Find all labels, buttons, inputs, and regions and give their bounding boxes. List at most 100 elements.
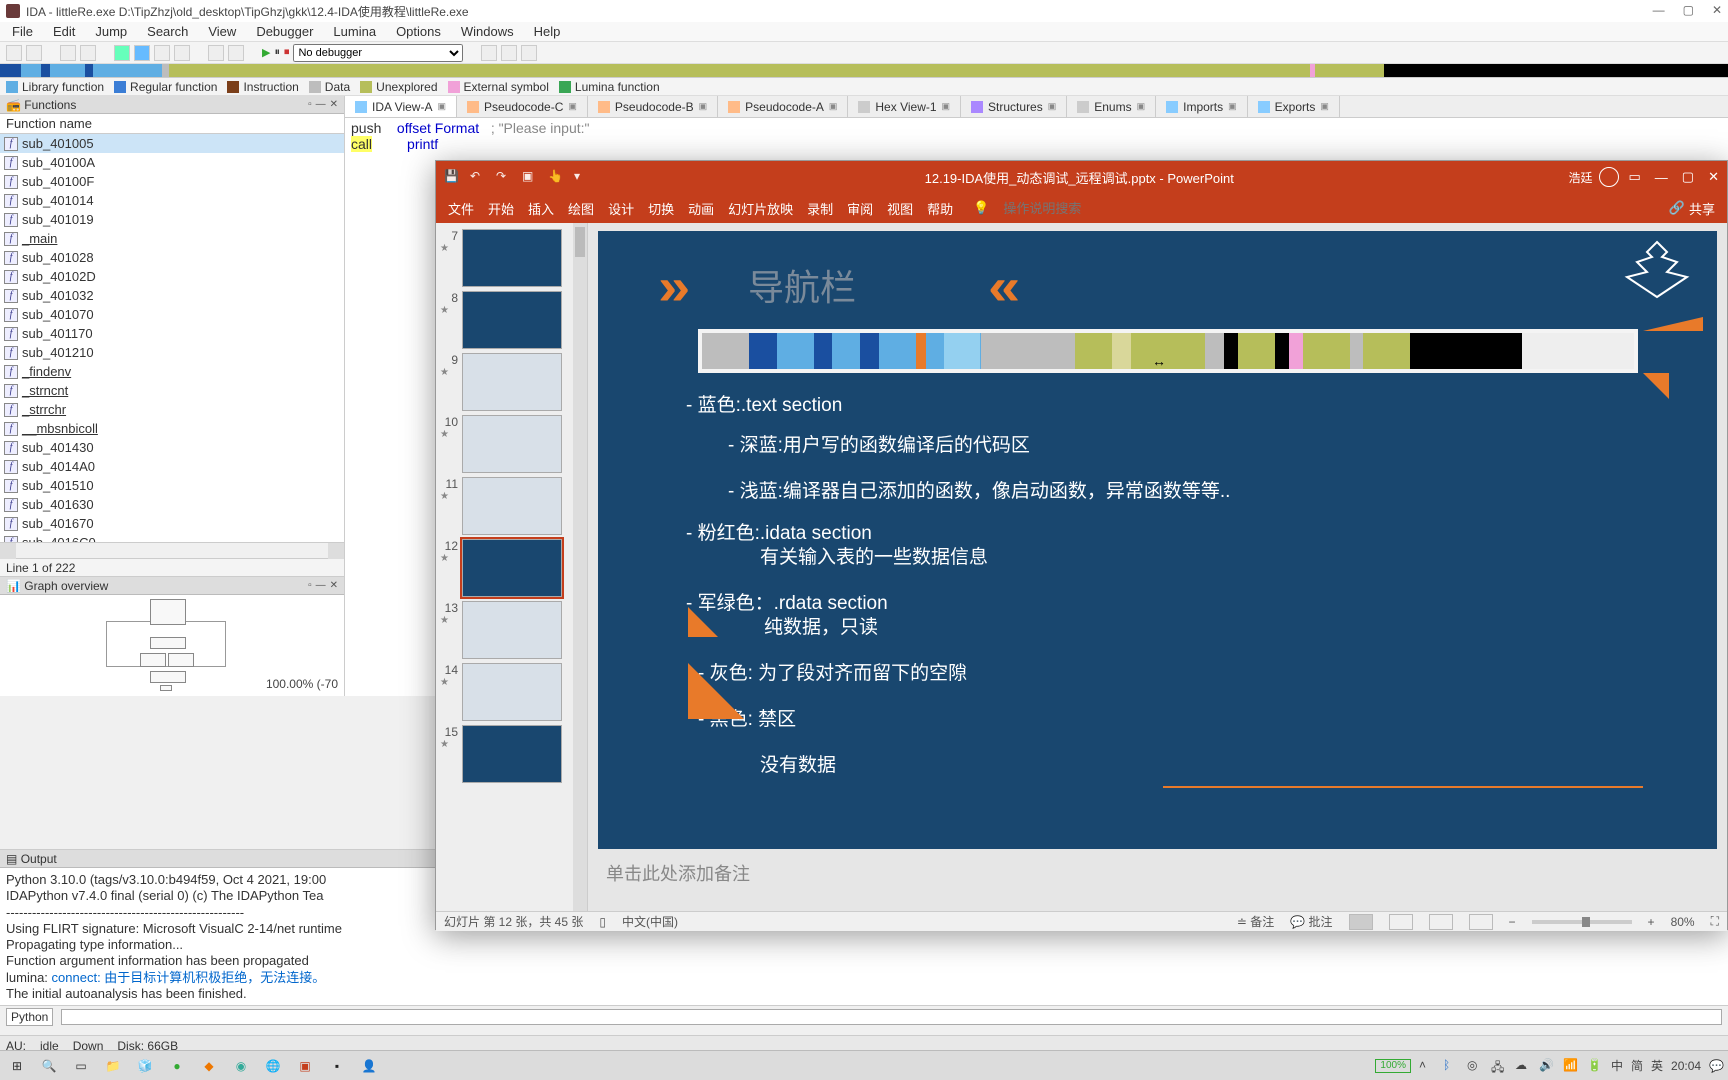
zoom-slider[interactable]: [1532, 920, 1632, 924]
function-item[interactable]: fsub_401670: [0, 514, 344, 533]
thumbnail-image[interactable]: [462, 663, 562, 721]
function-item[interactable]: fsub_401170: [0, 324, 344, 343]
function-item[interactable]: fsub_401510: [0, 476, 344, 495]
tray-chevron-icon[interactable]: ˄: [1419, 1058, 1435, 1074]
tab-hex-view[interactable]: Hex View-1▣: [848, 96, 961, 117]
tab-imports[interactable]: Imports▣: [1156, 96, 1248, 117]
thumbs-scrollbar[interactable]: [573, 223, 587, 911]
thumbnail-image[interactable]: [462, 291, 562, 349]
function-item[interactable]: f_findenv: [0, 362, 344, 381]
menu-jump[interactable]: Jump: [87, 22, 135, 41]
lang-label[interactable]: 中文(中国): [622, 913, 678, 930]
toolbar-run-icon[interactable]: ▶: [262, 46, 270, 59]
function-item[interactable]: f__mbsnbicoll: [0, 419, 344, 438]
menu-edit[interactable]: Edit: [45, 22, 83, 41]
chrome-icon[interactable]: 🌐: [260, 1054, 286, 1078]
vscode-icon[interactable]: ◆: [196, 1054, 222, 1078]
function-item[interactable]: fsub_401210: [0, 343, 344, 362]
pane-close-icon[interactable]: ✕: [330, 580, 338, 591]
function-item[interactable]: fsub_401019: [0, 210, 344, 229]
pane-min-icon[interactable]: —: [316, 99, 326, 110]
pane-min-icon[interactable]: —: [316, 580, 326, 591]
function-item[interactable]: f_strrchr: [0, 400, 344, 419]
output-input[interactable]: [61, 1009, 1722, 1025]
accessibility-icon[interactable]: ▯: [599, 915, 606, 929]
notes-button[interactable]: ≐ 备注: [1237, 913, 1274, 930]
function-item[interactable]: fsub_401630: [0, 495, 344, 514]
tab-enums[interactable]: Enums▣: [1067, 96, 1156, 117]
menu-options[interactable]: Options: [388, 22, 449, 41]
menu-file[interactable]: File: [4, 22, 41, 41]
ime-jian[interactable]: 简: [1631, 1057, 1643, 1074]
toolbar-search-icon[interactable]: [208, 45, 224, 61]
toolbar-pause-icon[interactable]: ⏸: [274, 46, 280, 59]
bulb-icon[interactable]: 💡: [973, 200, 989, 216]
output-lang-button[interactable]: Python: [6, 1008, 53, 1026]
slide-thumbnail[interactable]: 13★: [436, 599, 587, 661]
ribbon-slideshow[interactable]: 幻灯片放映: [728, 199, 793, 218]
ribbon-design[interactable]: 设计: [608, 199, 634, 218]
tab-exports[interactable]: Exports▣: [1248, 96, 1340, 117]
toolbar-save-icon[interactable]: [26, 45, 42, 61]
zoom-percent[interactable]: 80%: [1671, 915, 1695, 929]
slide-thumbnail[interactable]: 15★: [436, 723, 587, 785]
clock[interactable]: 20:04: [1671, 1059, 1701, 1073]
zoom-out-button[interactable]: −: [1509, 915, 1516, 929]
onedrive-icon[interactable]: ☁: [1515, 1058, 1531, 1074]
function-item[interactable]: fsub_40100A: [0, 153, 344, 172]
function-item[interactable]: fsub_401430: [0, 438, 344, 457]
ppt-minimize-button[interactable]: —: [1655, 170, 1668, 185]
location-icon[interactable]: ◎: [1467, 1058, 1483, 1074]
notes-pane[interactable]: 单击此处添加备注: [598, 853, 1717, 893]
redo-icon[interactable]: ↷: [496, 169, 512, 185]
thumbnail-image[interactable]: [462, 415, 562, 473]
debugger-select[interactable]: No debugger: [293, 44, 463, 62]
tab-pseudo-c[interactable]: Pseudocode-C▣: [457, 96, 588, 117]
thumbnail-image[interactable]: [462, 353, 562, 411]
reading-view-icon[interactable]: [1429, 914, 1453, 930]
ppt-user[interactable]: 浩廷: [1568, 167, 1618, 187]
slide-thumbnails[interactable]: 7★8★9★10★11★12★13★14★15★: [436, 223, 588, 911]
ribbon-file[interactable]: 文件: [448, 199, 474, 218]
toolbar-open-icon[interactable]: [6, 45, 22, 61]
slide-thumbnail[interactable]: 7★: [436, 227, 587, 289]
comments-button[interactable]: 💬 批注: [1290, 913, 1332, 930]
tab-structures[interactable]: Structures▣: [961, 96, 1067, 117]
tab-pseudo-b[interactable]: Pseudocode-B▣: [588, 96, 718, 117]
volume-icon[interactable]: 🔊: [1539, 1058, 1555, 1074]
start-icon[interactable]: ⊞: [4, 1054, 30, 1078]
fit-window-icon[interactable]: ⛶: [1711, 914, 1719, 929]
edge-icon[interactable]: ◉: [228, 1054, 254, 1078]
ribbon-home[interactable]: 开始: [488, 199, 514, 218]
toolbar-stop-icon[interactable]: ⏹: [284, 46, 290, 59]
tell-me-input[interactable]: [1003, 201, 1143, 216]
user-avatar-icon[interactable]: [1599, 167, 1619, 187]
function-item[interactable]: fsub_4016C0: [0, 533, 344, 542]
thumbnail-image[interactable]: [462, 601, 562, 659]
slide-canvas[interactable]: » 导航栏 «: [598, 231, 1717, 849]
slide-thumbnail[interactable]: 12★: [436, 537, 587, 599]
save-icon[interactable]: 💾: [444, 169, 460, 185]
function-item[interactable]: fsub_401028: [0, 248, 344, 267]
slide-thumbnail[interactable]: 9★: [436, 351, 587, 413]
function-item[interactable]: fsub_40102D: [0, 267, 344, 286]
zoom-in-button[interactable]: +: [1648, 915, 1655, 929]
ppt-maximize-button[interactable]: ▢: [1682, 169, 1694, 185]
thumbnail-image[interactable]: [462, 539, 562, 597]
toolbar-redo-icon[interactable]: [80, 45, 96, 61]
slideshow-view-icon[interactable]: [1469, 914, 1493, 930]
pane-dock-icon[interactable]: ▫: [308, 99, 312, 110]
undo-icon[interactable]: ↶: [470, 169, 486, 185]
battery-indicator[interactable]: 100%: [1375, 1059, 1411, 1073]
maximize-button[interactable]: ▢: [1683, 3, 1694, 17]
function-item[interactable]: fsub_401070: [0, 305, 344, 324]
ribbon-insert[interactable]: 插入: [528, 199, 554, 218]
ribbon-record[interactable]: 录制: [807, 199, 833, 218]
functions-hscroll[interactable]: [0, 542, 344, 558]
taskview-icon[interactable]: ▭: [68, 1054, 94, 1078]
terminal-icon[interactable]: ▪: [324, 1054, 350, 1078]
toolbar-zoom-icon[interactable]: [228, 45, 244, 61]
slideshow-icon[interactable]: ▣: [522, 169, 538, 185]
touch-icon[interactable]: 👆: [548, 169, 564, 185]
pane-dock-icon[interactable]: ▫: [308, 580, 312, 591]
